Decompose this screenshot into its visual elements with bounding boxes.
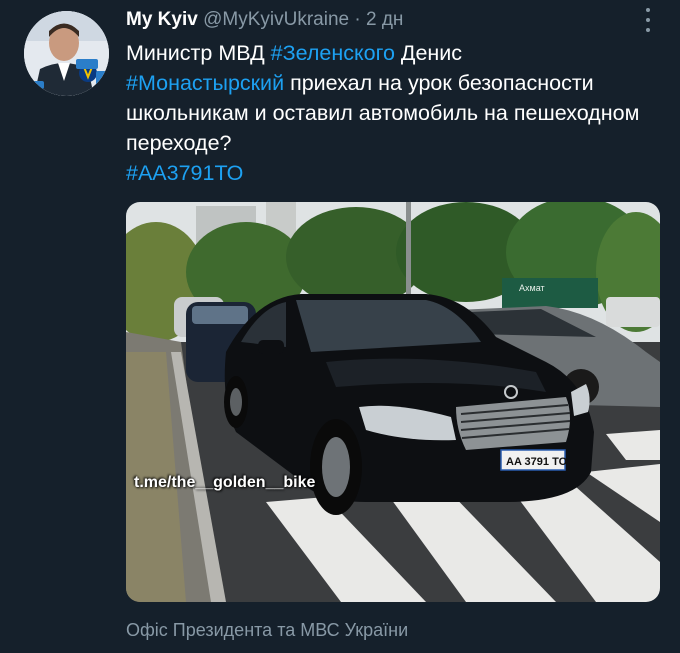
tweet-text-part2: Денис [394, 41, 463, 65]
tweet-header: My Kyiv @MyKyivUkraine · 2 дн [126, 8, 403, 32]
author-name[interactable]: My Kyiv [126, 9, 198, 30]
hashtag-plate[interactable]: #АА3791ТО [126, 161, 243, 185]
tweet-text-part1: Министр МВД [126, 41, 271, 65]
avatar[interactable] [24, 11, 109, 96]
kiosk-sign: Ахмат [519, 283, 545, 293]
hashtag-zelensky[interactable]: #Зеленского [271, 41, 395, 65]
photo-watermark: t.me/the__golden__bike [134, 474, 316, 491]
photo-scene: Ахмат AA 3791 TO [126, 202, 660, 602]
avatar-image [24, 11, 109, 96]
tweet-text: Министр МВД #Зеленского Денис #Монастырс… [126, 38, 666, 188]
author-handle[interactable]: @MyKyivUkraine [203, 9, 349, 30]
separator-dot: · [354, 9, 361, 30]
more-vertical-icon[interactable] [640, 6, 656, 34]
license-plate: AA 3791 TO [506, 456, 568, 468]
hashtag-monastyrsky[interactable]: #Монастырский [126, 71, 284, 95]
photo-caption: Офіс Президента та МВС України [126, 620, 409, 640]
tweet-photo[interactable]: Ахмат AA 3791 TO t.me/the__golden__bike [126, 202, 660, 602]
tweet-time[interactable]: 2 дн [366, 9, 403, 30]
